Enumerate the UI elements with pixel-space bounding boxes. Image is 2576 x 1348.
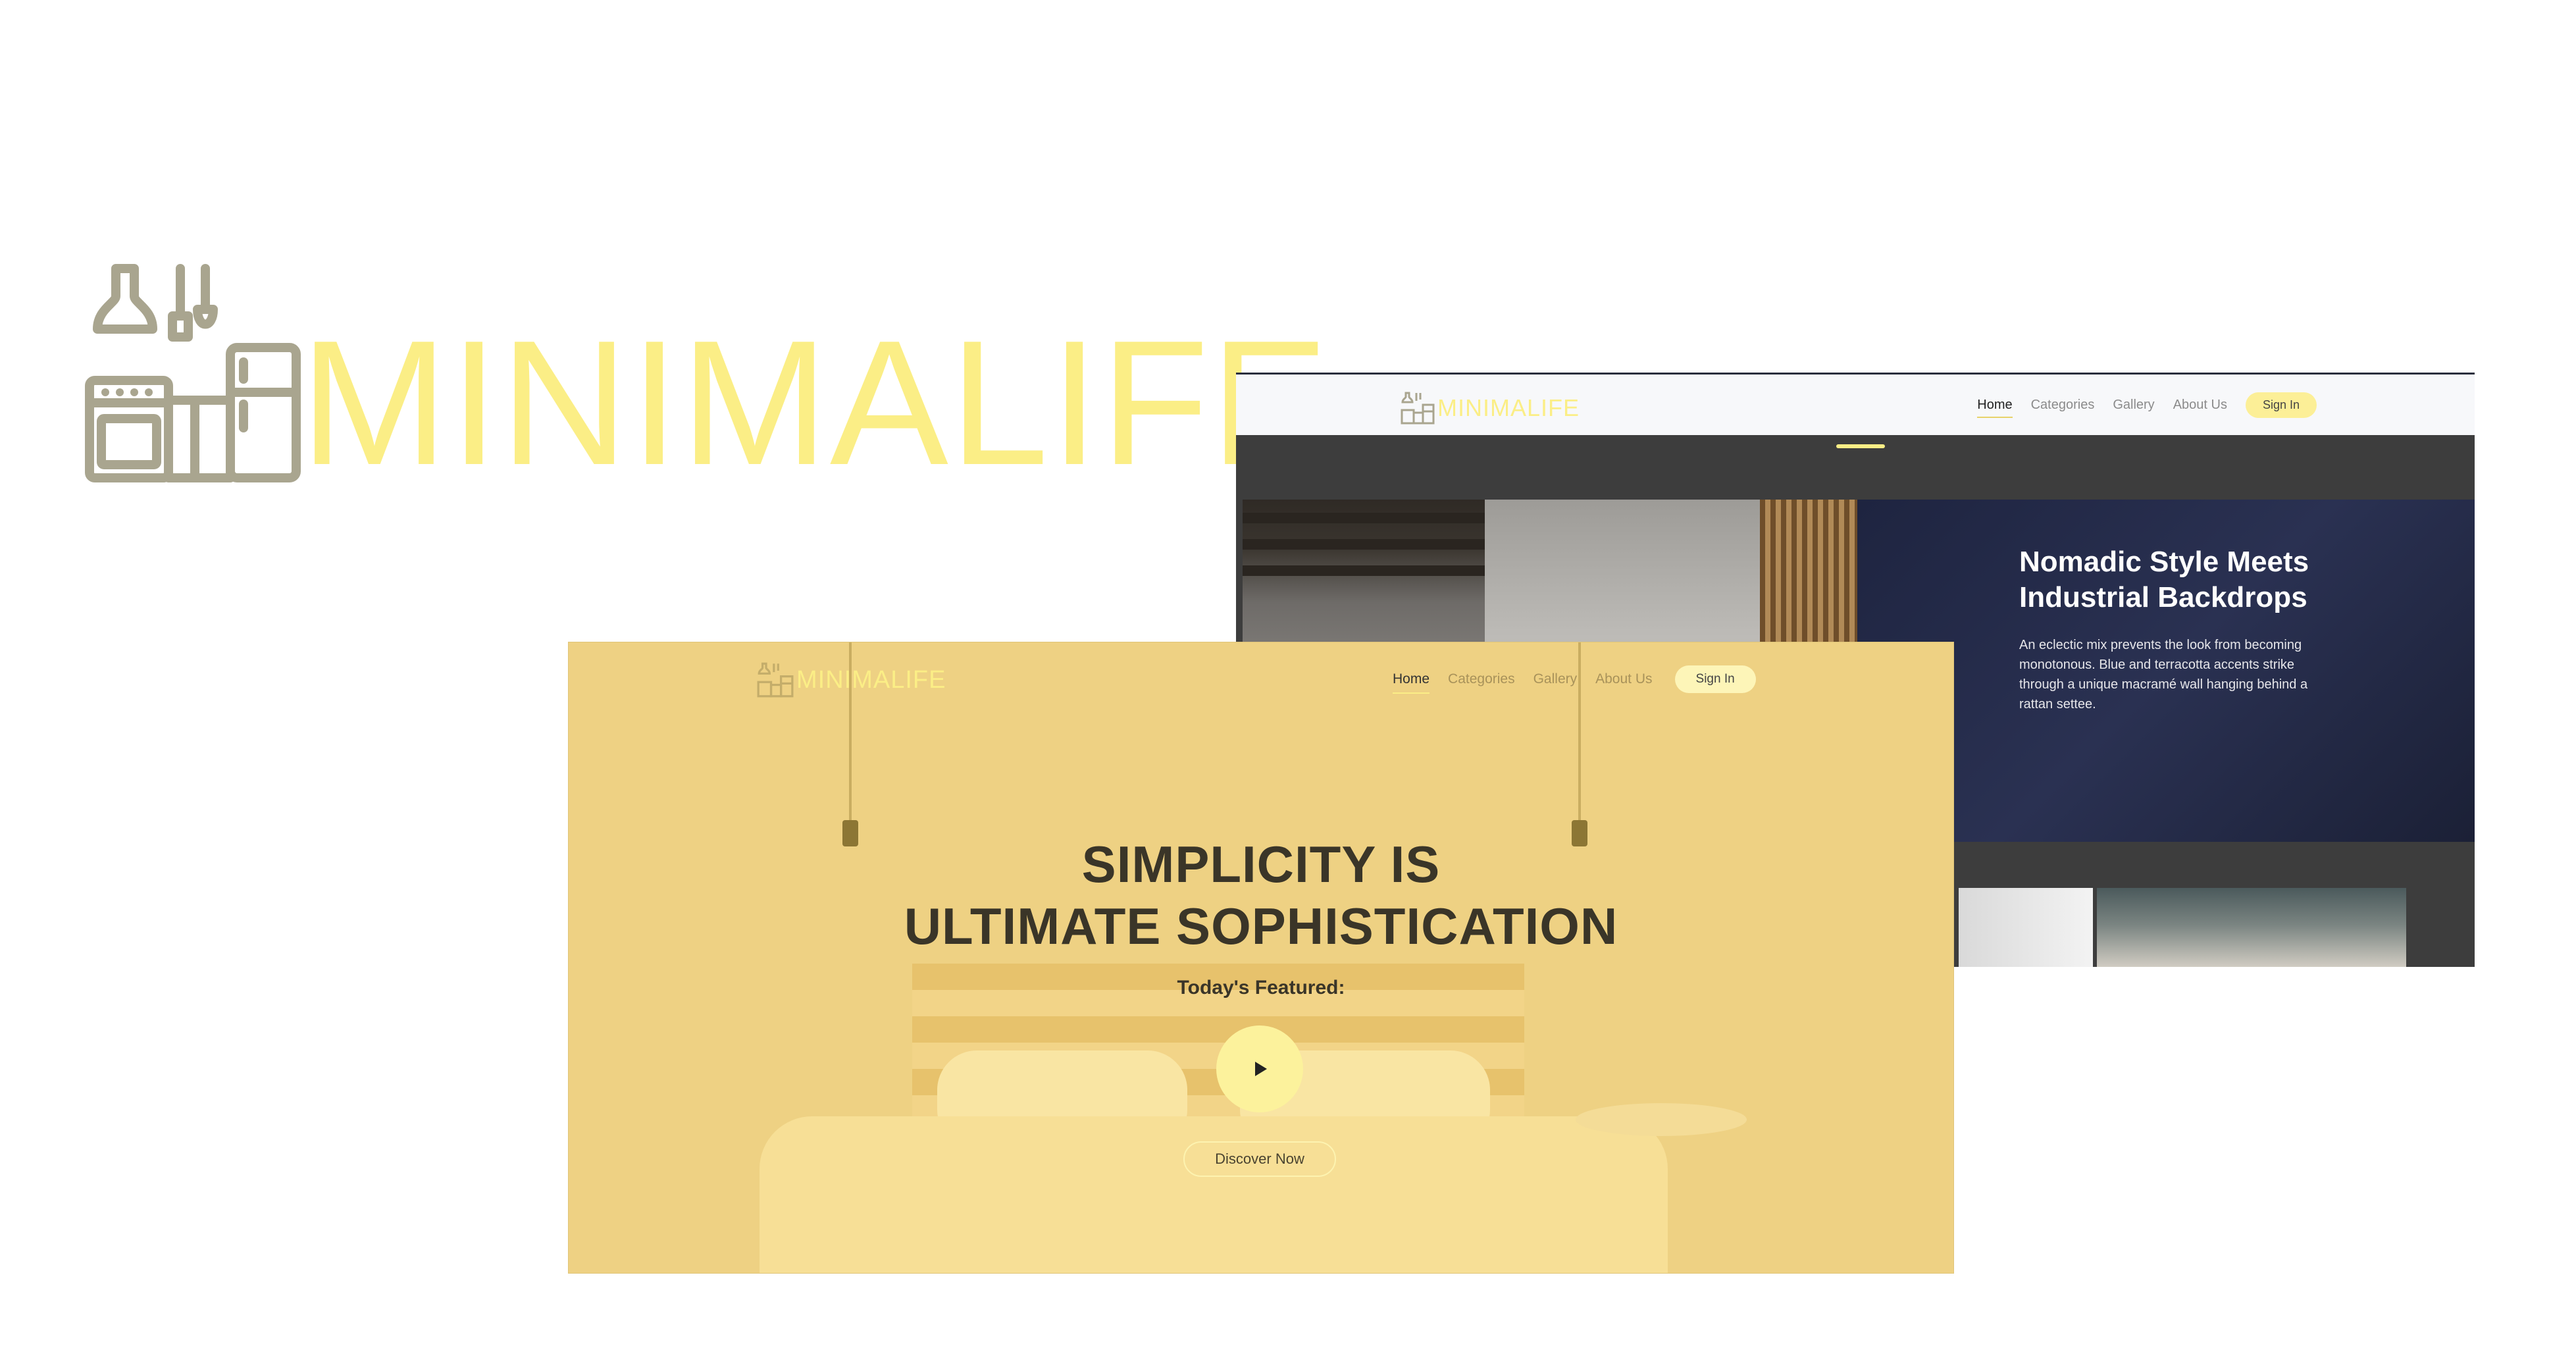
navbar-logo-text: MINIMALIFE bbox=[796, 665, 946, 694]
bedroom-background-photo bbox=[569, 642, 1953, 1273]
kitchen-appliances-icon bbox=[757, 662, 794, 698]
hero-caption: Nomadic Style Meets Industrial Backdrops… bbox=[2019, 544, 2322, 714]
navbar-logo[interactable]: MINIMALIFE bbox=[1401, 392, 1580, 425]
brand-wordmark: MINIMALIFE bbox=[300, 304, 1331, 502]
discover-now-button[interactable]: Discover Now bbox=[1183, 1141, 1336, 1177]
gallery-thumbnail[interactable] bbox=[2097, 888, 2406, 967]
nav-link-categories[interactable]: Categories bbox=[1448, 671, 1515, 687]
navbar-links: Home Categories Gallery About Us Sign In bbox=[1977, 389, 2317, 421]
nav-link-about-us[interactable]: About Us bbox=[1595, 671, 1652, 687]
navbar-logo-text: MINIMALIFE bbox=[1437, 394, 1580, 421]
nav-link-categories[interactable]: Categories bbox=[2031, 398, 2095, 413]
featured-label: Today's Featured: bbox=[1177, 977, 1345, 998]
sign-in-button[interactable]: Sign In bbox=[1674, 665, 1756, 693]
sign-in-button[interactable]: Sign In bbox=[2245, 392, 2317, 418]
nav-link-about-us[interactable]: About Us bbox=[2173, 398, 2227, 413]
hero-headline-line-1: SIMPLICITY IS bbox=[1081, 835, 1441, 893]
top-navbar: MINIMALIFE Home Categories Gallery About… bbox=[1236, 375, 2475, 435]
gallery-thumbnail[interactable] bbox=[1959, 888, 2093, 967]
navbar-logo[interactable]: MINIMALIFE bbox=[757, 662, 946, 698]
nav-link-gallery[interactable]: Gallery bbox=[2113, 398, 2154, 413]
brand-logo: MINIMALIFE bbox=[83, 263, 1329, 492]
play-icon bbox=[1255, 1062, 1267, 1076]
top-navbar: MINIMALIFE Home Categories Gallery About… bbox=[569, 642, 1953, 715]
nav-link-gallery[interactable]: Gallery bbox=[1533, 671, 1578, 687]
nav-link-home[interactable]: Home bbox=[1393, 671, 1430, 694]
nav-link-home[interactable]: Home bbox=[1977, 398, 2013, 418]
website-preview-yellow: MINIMALIFE Home Categories Gallery About… bbox=[569, 642, 1953, 1273]
hero-headline: SIMPLICITY IS ULTIMATE SOPHISTICATION bbox=[569, 833, 1953, 957]
kitchen-appliances-icon bbox=[1401, 392, 1435, 425]
hero-title: Nomadic Style Meets Industrial Backdrops bbox=[2019, 546, 2309, 613]
play-button[interactable] bbox=[1216, 1025, 1303, 1112]
navbar-links: Home Categories Gallery About Us Sign In bbox=[1393, 665, 1756, 694]
kitchen-appliances-icon bbox=[85, 264, 301, 482]
hero-description: An eclectic mix prevents the look from b… bbox=[2019, 638, 2308, 712]
hero-headline-line-2: ULTIMATE SOPHISTICATION bbox=[904, 897, 1618, 955]
slider-indicator[interactable] bbox=[1836, 444, 1885, 448]
